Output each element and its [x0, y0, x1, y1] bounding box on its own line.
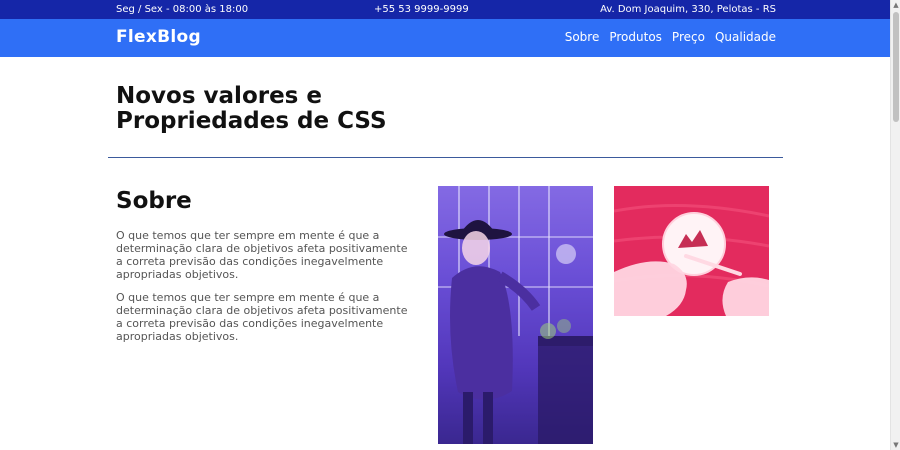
- scroll-up-arrow-icon[interactable]: ▲: [891, 0, 900, 10]
- craft-illustration: [614, 186, 769, 316]
- scroll-down-arrow-icon[interactable]: ▼: [891, 440, 900, 450]
- opening-hours: Seg / Sex - 08:00 às 18:00: [116, 4, 249, 15]
- nav-link-produtos[interactable]: Produtos: [609, 30, 662, 44]
- about-title: Sobre: [116, 188, 192, 214]
- nav-menu: Sobre Produtos Preço Qualidade: [565, 30, 776, 44]
- about-paragraph: O que temos que ter sempre em mente é qu…: [116, 291, 408, 343]
- brand-logo[interactable]: FlexBlog: [116, 27, 201, 47]
- page-scrollbar[interactable]: ▲ ▼: [890, 0, 900, 450]
- address: Av. Dom Joaquim, 330, Pelotas - RS: [600, 4, 776, 15]
- craft-photo: [614, 186, 769, 316]
- main-navbar: FlexBlog Sobre Produtos Preço Qualidade: [0, 19, 890, 57]
- page-title: Novos valores e Propriedades de CSS: [116, 83, 387, 134]
- woman-photo: [438, 186, 593, 444]
- about-paragraph: O que temos que ter sempre em mente é qu…: [116, 229, 408, 281]
- nav-link-qualidade[interactable]: Qualidade: [715, 30, 776, 44]
- section-divider: [108, 157, 783, 158]
- phone-number: +55 53 9999-9999: [374, 4, 469, 15]
- top-info-bar: Seg / Sex - 08:00 às 18:00 +55 53 9999-9…: [0, 0, 890, 19]
- nav-link-sobre[interactable]: Sobre: [565, 30, 600, 44]
- scroll-thumb[interactable]: [893, 12, 899, 122]
- nav-link-preco[interactable]: Preço: [672, 30, 705, 44]
- woman-illustration: [438, 186, 593, 444]
